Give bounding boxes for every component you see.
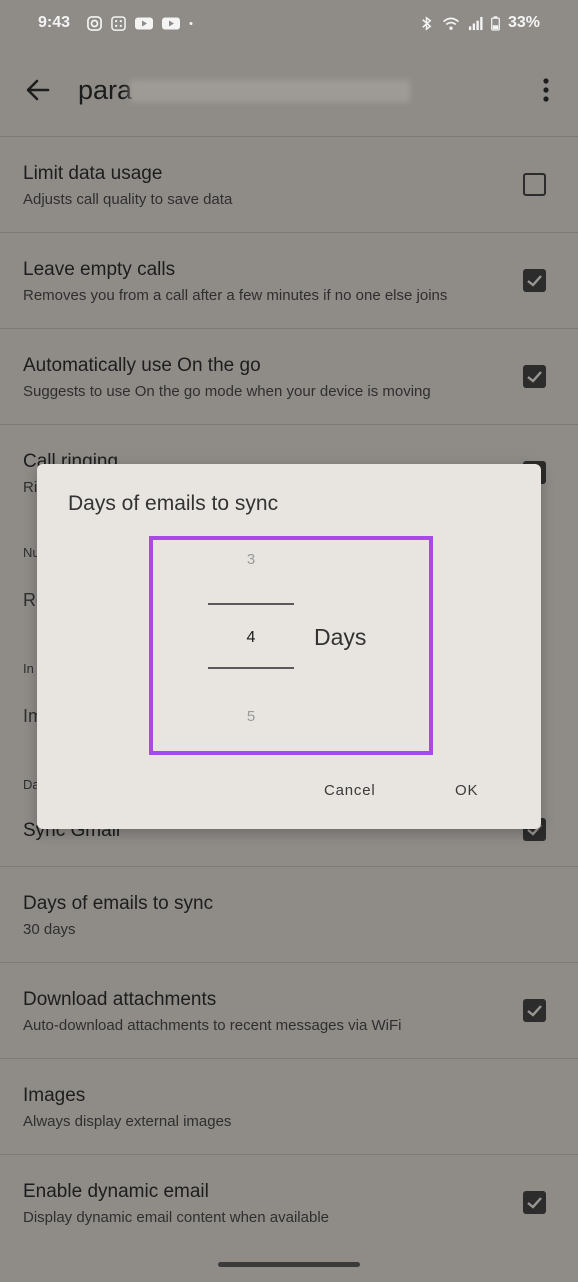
battery-icon xyxy=(491,15,500,31)
setting-subtitle: Always display external images xyxy=(23,1113,232,1130)
section-header-fragment: In xyxy=(23,661,34,676)
setting-days-to-sync[interactable]: Days of emails to sync 30 days xyxy=(0,867,578,962)
status-left: 9:43 xyxy=(38,14,197,32)
setting-subtitle: Auto-download attachments to recent mess… xyxy=(23,1017,402,1034)
status-time: 9:43 xyxy=(38,14,71,31)
picker-prev-value[interactable]: 3 xyxy=(208,551,294,568)
setting-subtitle: 30 days xyxy=(23,921,76,938)
setting-dynamic-email[interactable]: Enable dynamic email Display dynamic ema… xyxy=(0,1155,578,1250)
picker-divider-bottom xyxy=(208,667,294,669)
check-icon xyxy=(527,1197,542,1209)
limit-data-usage-checkbox[interactable] xyxy=(523,173,546,196)
app-grid-icon xyxy=(111,15,126,31)
setting-title: Days of emails to sync xyxy=(23,893,214,914)
setting-images[interactable]: Images Always display external images xyxy=(0,1059,578,1154)
setting-title: Images xyxy=(23,1085,86,1106)
picker-next-value[interactable]: 5 xyxy=(208,708,294,725)
setting-title: Limit data usage xyxy=(23,163,163,184)
setting-title: Download attachments xyxy=(23,989,217,1010)
ok-button[interactable]: OK xyxy=(455,782,478,799)
more-vert-icon[interactable] xyxy=(536,76,556,104)
setting-subtitle: Removes you from a call after a few minu… xyxy=(23,287,448,304)
app-bar: para xyxy=(0,46,578,134)
youtube-icon xyxy=(135,17,154,29)
status-right: 33% xyxy=(419,14,540,32)
days-to-sync-dialog: Days of emails to sync 3 4 5 Days Cancel… xyxy=(37,464,541,829)
account-title: para xyxy=(78,74,411,106)
battery-percent: 33% xyxy=(507,14,540,31)
setting-title: Automatically use On the go xyxy=(23,355,261,376)
setting-subtitle: Display dynamic email content when avail… xyxy=(23,1209,329,1226)
leave-empty-calls-checkbox[interactable] xyxy=(523,269,546,292)
setting-leave-empty-calls[interactable]: Leave empty calls Removes you from a cal… xyxy=(0,233,578,328)
check-icon xyxy=(527,275,542,287)
back-arrow-icon[interactable] xyxy=(22,74,54,106)
download-attachments-checkbox[interactable] xyxy=(523,999,546,1022)
account-email-redacted xyxy=(130,80,411,103)
home-indicator[interactable] xyxy=(218,1262,360,1267)
setting-title: Leave empty calls xyxy=(23,259,176,280)
dynamic-email-checkbox[interactable] xyxy=(523,1191,546,1214)
bluetooth-icon xyxy=(422,15,432,31)
picker-divider-top xyxy=(208,603,294,605)
picker-selected-value[interactable]: 4 xyxy=(208,629,294,647)
cancel-button[interactable]: Cancel xyxy=(324,782,376,799)
youtube-icon xyxy=(162,17,181,29)
on-the-go-checkbox[interactable] xyxy=(523,365,546,388)
instagram-icon xyxy=(87,15,102,31)
setting-limit-data-usage[interactable]: Limit data usage Adjusts call quality to… xyxy=(0,137,578,232)
setting-subtitle: Ri xyxy=(23,479,38,496)
setting-subtitle: Adjusts call quality to save data xyxy=(23,191,233,208)
setting-on-the-go[interactable]: Automatically use On the go Suggests to … xyxy=(0,329,578,424)
dialog-title: Days of emails to sync xyxy=(68,492,279,515)
picker-unit-label: Days xyxy=(314,624,367,650)
setting-download-attachments[interactable]: Download attachments Auto-download attac… xyxy=(0,963,578,1058)
check-icon xyxy=(527,1005,542,1017)
status-bar: 9:43 33% xyxy=(0,0,578,46)
check-icon xyxy=(527,371,542,383)
signal-icon xyxy=(468,16,483,30)
account-title-visible: para xyxy=(78,74,133,105)
setting-subtitle: Suggests to use On the go mode when your… xyxy=(23,383,431,400)
dot-icon xyxy=(189,21,193,25)
wifi-icon xyxy=(442,17,460,30)
setting-title: Enable dynamic email xyxy=(23,1181,209,1202)
